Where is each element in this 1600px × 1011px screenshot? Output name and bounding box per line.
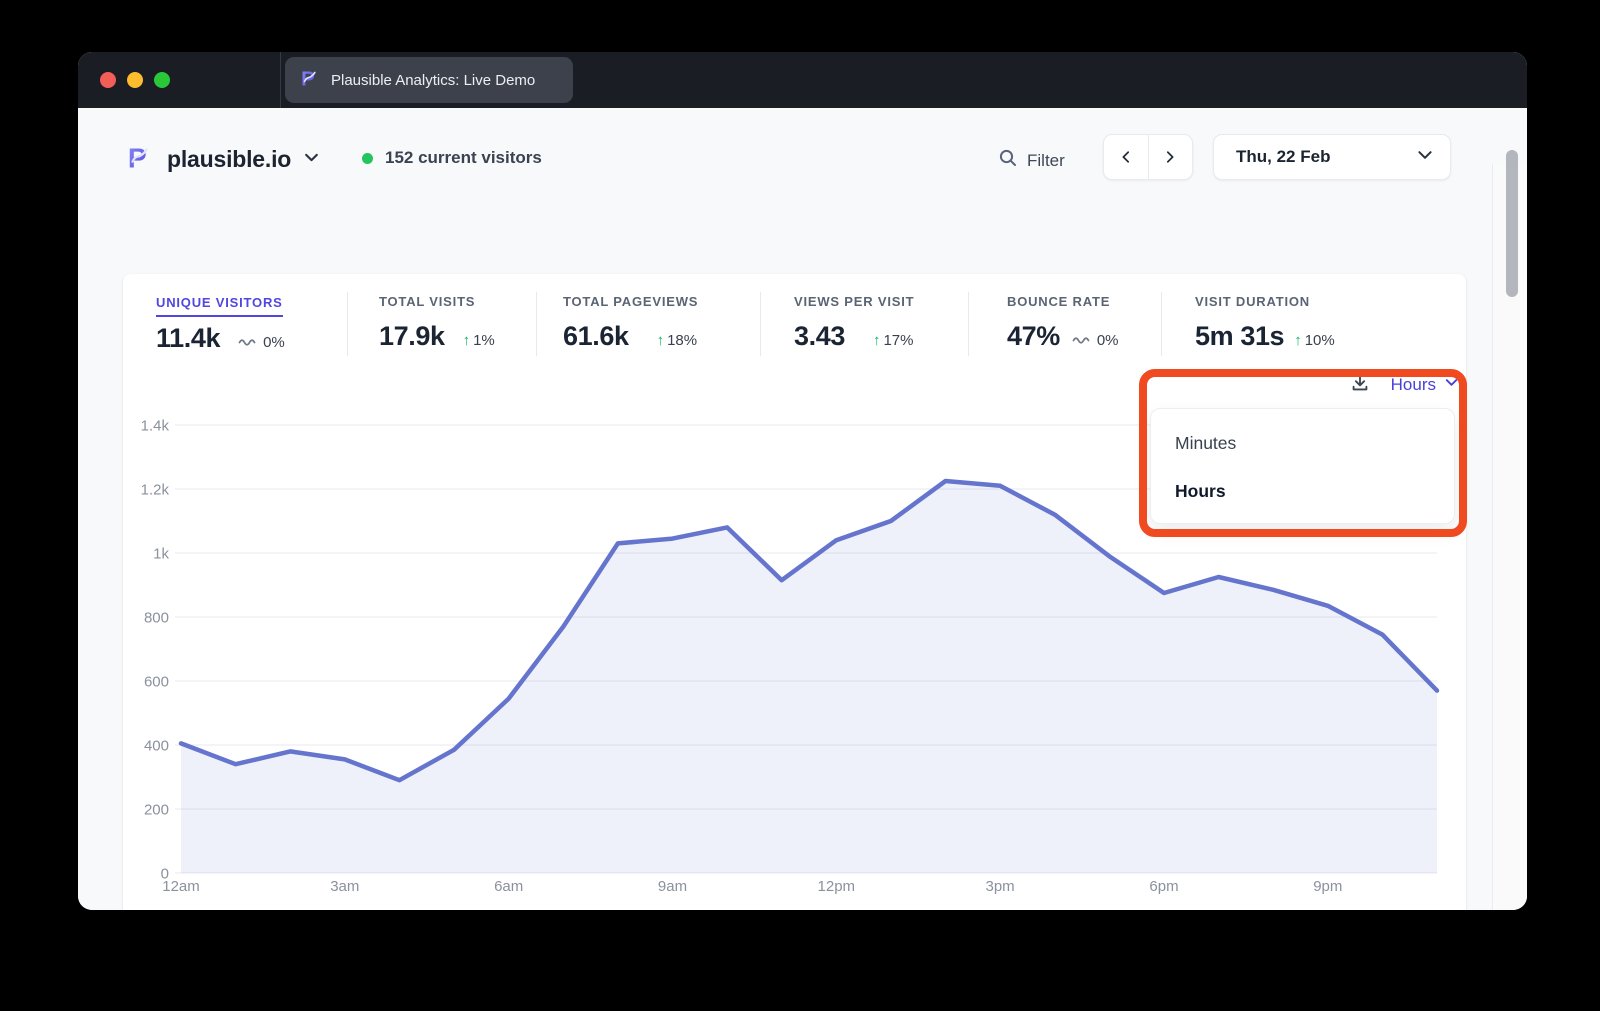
- filter-button[interactable]: Filter: [998, 148, 1065, 173]
- stat-label: BOUNCE RATE: [1007, 294, 1119, 309]
- current-visitors-label: 152 current visitors: [385, 148, 542, 168]
- stat-label: VIEWS PER VISIT: [794, 294, 914, 309]
- interval-menu: Minutes Hours: [1150, 408, 1455, 524]
- tab-title: Plausible Analytics: Live Demo: [331, 72, 535, 89]
- up-arrow-icon: ↑: [1294, 332, 1302, 349]
- dashboard-page: P plausible.io 152 current visitors Filt…: [78, 108, 1527, 910]
- plausible-logo-icon: P: [299, 67, 321, 94]
- svg-text:200: 200: [144, 802, 169, 819]
- screenshot-stage: P Plausible Analytics: Live Demo P: [0, 0, 1600, 1011]
- svg-text:9pm: 9pm: [1313, 878, 1342, 895]
- next-period-button[interactable]: [1149, 135, 1193, 179]
- site-switcher[interactable]: P plausible.io: [125, 142, 320, 177]
- previous-period-button[interactable]: [1104, 135, 1148, 179]
- svg-text:600: 600: [144, 674, 169, 691]
- svg-text:12am: 12am: [162, 878, 200, 895]
- browser-window: P Plausible Analytics: Live Demo P: [78, 52, 1527, 910]
- svg-text:1.2k: 1.2k: [141, 482, 170, 499]
- flat-trend-icon: [238, 333, 258, 350]
- stat-change: ↑ 1%: [463, 332, 495, 349]
- titlebar-divider: [280, 52, 281, 108]
- analytics-card: UNIQUE VISITORS 11.4k 0% TOTAL VISITS 17…: [123, 274, 1466, 910]
- menu-item-minutes[interactable]: Minutes: [1151, 419, 1454, 467]
- filter-label: Filter: [1027, 151, 1065, 171]
- zoom-window-button[interactable]: [154, 72, 170, 88]
- stat-label: VISIT DURATION: [1195, 294, 1335, 309]
- chart-toolbar: Hours: [1147, 371, 1459, 399]
- stat-value: 47%: [1007, 321, 1060, 352]
- current-visitors[interactable]: 152 current visitors: [362, 148, 542, 168]
- stat-label: TOTAL VISITS: [379, 294, 495, 309]
- svg-text:6pm: 6pm: [1149, 878, 1178, 895]
- close-window-button[interactable]: [100, 72, 116, 88]
- stat-value: 17.9k: [379, 321, 445, 352]
- svg-text:3pm: 3pm: [986, 878, 1015, 895]
- stat-value: 11.4k: [156, 323, 220, 354]
- browser-titlebar: P Plausible Analytics: Live Demo: [78, 52, 1527, 108]
- site-name: plausible.io: [167, 146, 291, 173]
- stat-divider: [968, 292, 969, 356]
- interval-dropdown-button[interactable]: Hours: [1391, 375, 1459, 395]
- flat-trend-icon: [1072, 331, 1092, 348]
- svg-text:1.4k: 1.4k: [141, 418, 170, 435]
- search-icon: [998, 148, 1018, 173]
- stat-change: 0%: [238, 334, 285, 351]
- chevron-down-icon: [1416, 146, 1434, 169]
- stat-change: ↑ 17%: [873, 332, 914, 349]
- svg-text:800: 800: [144, 610, 169, 627]
- stat-label: TOTAL PAGEVIEWS: [563, 294, 698, 309]
- stat-label: UNIQUE VISITORS: [156, 295, 283, 317]
- chevron-down-icon: [303, 149, 320, 171]
- svg-text:1k: 1k: [153, 546, 169, 563]
- svg-text:400: 400: [144, 738, 169, 755]
- stat-visit-duration[interactable]: VISIT DURATION 5m 31s ↑ 10%: [1195, 294, 1335, 352]
- traffic-lights: [100, 72, 170, 88]
- minimize-window-button[interactable]: [127, 72, 143, 88]
- stat-divider: [1161, 292, 1162, 356]
- svg-text:3am: 3am: [330, 878, 359, 895]
- live-dot-icon: [362, 153, 373, 164]
- browser-tab[interactable]: P Plausible Analytics: Live Demo: [285, 57, 573, 103]
- stat-divider: [760, 292, 761, 356]
- date-label: Thu, 22 Feb: [1236, 147, 1416, 167]
- up-arrow-icon: ↑: [657, 332, 665, 349]
- stat-change: ↑ 10%: [1294, 332, 1335, 349]
- stat-change: 0%: [1072, 332, 1119, 349]
- stat-total-pageviews[interactable]: TOTAL PAGEVIEWS 61.6k ↑ 18%: [563, 294, 698, 352]
- svg-text:6am: 6am: [494, 878, 523, 895]
- stat-divider: [347, 292, 348, 356]
- stat-value: 3.43: [794, 321, 845, 352]
- stat-value: 5m 31s: [1195, 321, 1284, 352]
- up-arrow-icon: ↑: [873, 332, 881, 349]
- date-nav-group: [1103, 134, 1193, 180]
- stat-value: 61.6k: [563, 321, 629, 352]
- svg-text:12pm: 12pm: [818, 878, 856, 895]
- chevron-down-icon: [1444, 375, 1459, 395]
- download-icon[interactable]: [1349, 372, 1371, 399]
- svg-text:9am: 9am: [658, 878, 687, 895]
- interval-label: Hours: [1391, 375, 1436, 395]
- stat-total-visits[interactable]: TOTAL VISITS 17.9k ↑ 1%: [379, 294, 495, 352]
- menu-item-hours[interactable]: Hours: [1151, 467, 1454, 515]
- stat-bounce-rate[interactable]: BOUNCE RATE 47% 0%: [1007, 294, 1119, 352]
- stat-views-per-visit[interactable]: VIEWS PER VISIT 3.43 ↑ 17%: [794, 294, 914, 352]
- date-picker[interactable]: Thu, 22 Feb: [1213, 134, 1451, 180]
- stat-change: ↑ 18%: [657, 332, 698, 349]
- scrollbar-thumb[interactable]: [1506, 150, 1518, 297]
- up-arrow-icon: ↑: [463, 332, 471, 349]
- stat-unique-visitors[interactable]: UNIQUE VISITORS 11.4k 0%: [156, 294, 285, 354]
- stat-divider: [536, 292, 537, 356]
- plausible-logo-icon: P: [125, 142, 155, 177]
